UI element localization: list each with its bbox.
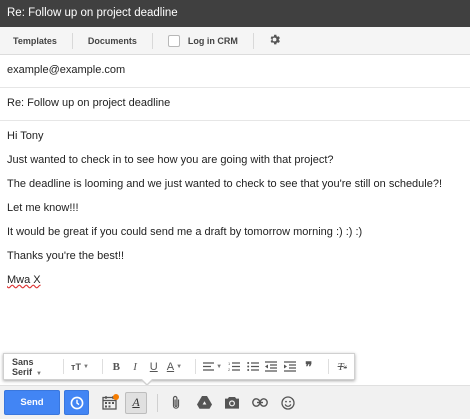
log-in-crm-checkbox[interactable] [167, 34, 180, 47]
align-icon[interactable]: ▼ [203, 358, 222, 375]
toolbar-divider [252, 32, 254, 49]
to-field[interactable]: example@example.com [0, 55, 470, 88]
underline-icon[interactable]: U [147, 358, 161, 375]
quote-icon[interactable]: ❞ [302, 358, 316, 375]
signature-text: Mwa X [7, 274, 41, 286]
formatting-options-button[interactable]: A [125, 391, 147, 414]
send-button[interactable]: Send [4, 390, 60, 415]
toolbar-divider [327, 359, 329, 374]
link-icon[interactable] [248, 391, 272, 415]
signature: Mwa X [7, 268, 467, 292]
body-line: Thanks you're the best!! [7, 250, 125, 262]
gear-icon[interactable] [269, 34, 280, 47]
font-family-label: Sans Serif [12, 356, 34, 377]
documents-button[interactable]: Documents [88, 36, 137, 46]
chevron-down-icon: ▼ [36, 370, 42, 377]
compose-bottom-toolbar: Send A [0, 385, 470, 419]
bold-icon[interactable]: B [109, 358, 123, 375]
toolbar-divider [151, 32, 153, 49]
font-family-select[interactable]: Sans Serif ▼ [12, 357, 56, 377]
body-line: The deadline is looming and we just want… [7, 178, 443, 190]
body-line: Just wanted to check in to see how you a… [7, 154, 334, 166]
numbered-list-icon[interactable]: 12 [227, 358, 241, 375]
templates-button[interactable]: Templates [13, 36, 57, 46]
indent-less-icon[interactable] [264, 358, 278, 375]
toolbar-divider [62, 359, 64, 374]
google-drive-icon[interactable] [192, 391, 216, 415]
svg-text:1: 1 [228, 361, 231, 366]
indent-more-icon[interactable] [283, 358, 297, 375]
bulleted-list-icon[interactable] [246, 358, 260, 375]
window-title: Re: Follow up on project deadline [0, 0, 470, 27]
clear-formatting-icon[interactable]: Tx [335, 358, 349, 375]
formatting-toolbar: Sans Serif ▼ тT ▼ B I U A ▼ ▼ 12 ❞ Tx [3, 353, 355, 380]
text-size-icon[interactable]: тT ▼ [70, 358, 89, 375]
svg-text:2: 2 [228, 367, 231, 372]
log-in-crm-label: Log in CRM [187, 35, 238, 46]
toolbar-divider [101, 359, 103, 374]
toolbar-divider [71, 32, 73, 49]
subject-field[interactable]: Re: Follow up on project deadline [0, 88, 470, 121]
body-line: It would be great if you could send me a… [7, 226, 363, 238]
toolbar-divider [157, 393, 158, 412]
schedule-send-button[interactable] [64, 390, 89, 415]
notification-dot [113, 393, 119, 400]
formatting-toolbar-pointer-inner [141, 378, 153, 384]
log-in-crm-toggle[interactable]: Log in CRM [167, 34, 238, 47]
insert-photo-icon[interactable] [220, 391, 244, 415]
emoji-icon[interactable] [276, 391, 300, 415]
clock-icon [70, 396, 83, 409]
body-line: Hi Tony [7, 130, 44, 142]
text-color-icon[interactable]: A ▼ [166, 358, 184, 375]
toolbar-divider [195, 359, 197, 374]
body-line: Let me know!!! [7, 202, 79, 214]
message-body[interactable]: Hi Tony Just wanted to check in to see h… [7, 121, 467, 292]
paperclip-icon[interactable] [164, 391, 188, 415]
calendar-icon[interactable] [97, 391, 121, 415]
crm-toolbar: Templates Documents Log in CRM [0, 27, 470, 55]
italic-icon[interactable]: I [128, 358, 142, 375]
